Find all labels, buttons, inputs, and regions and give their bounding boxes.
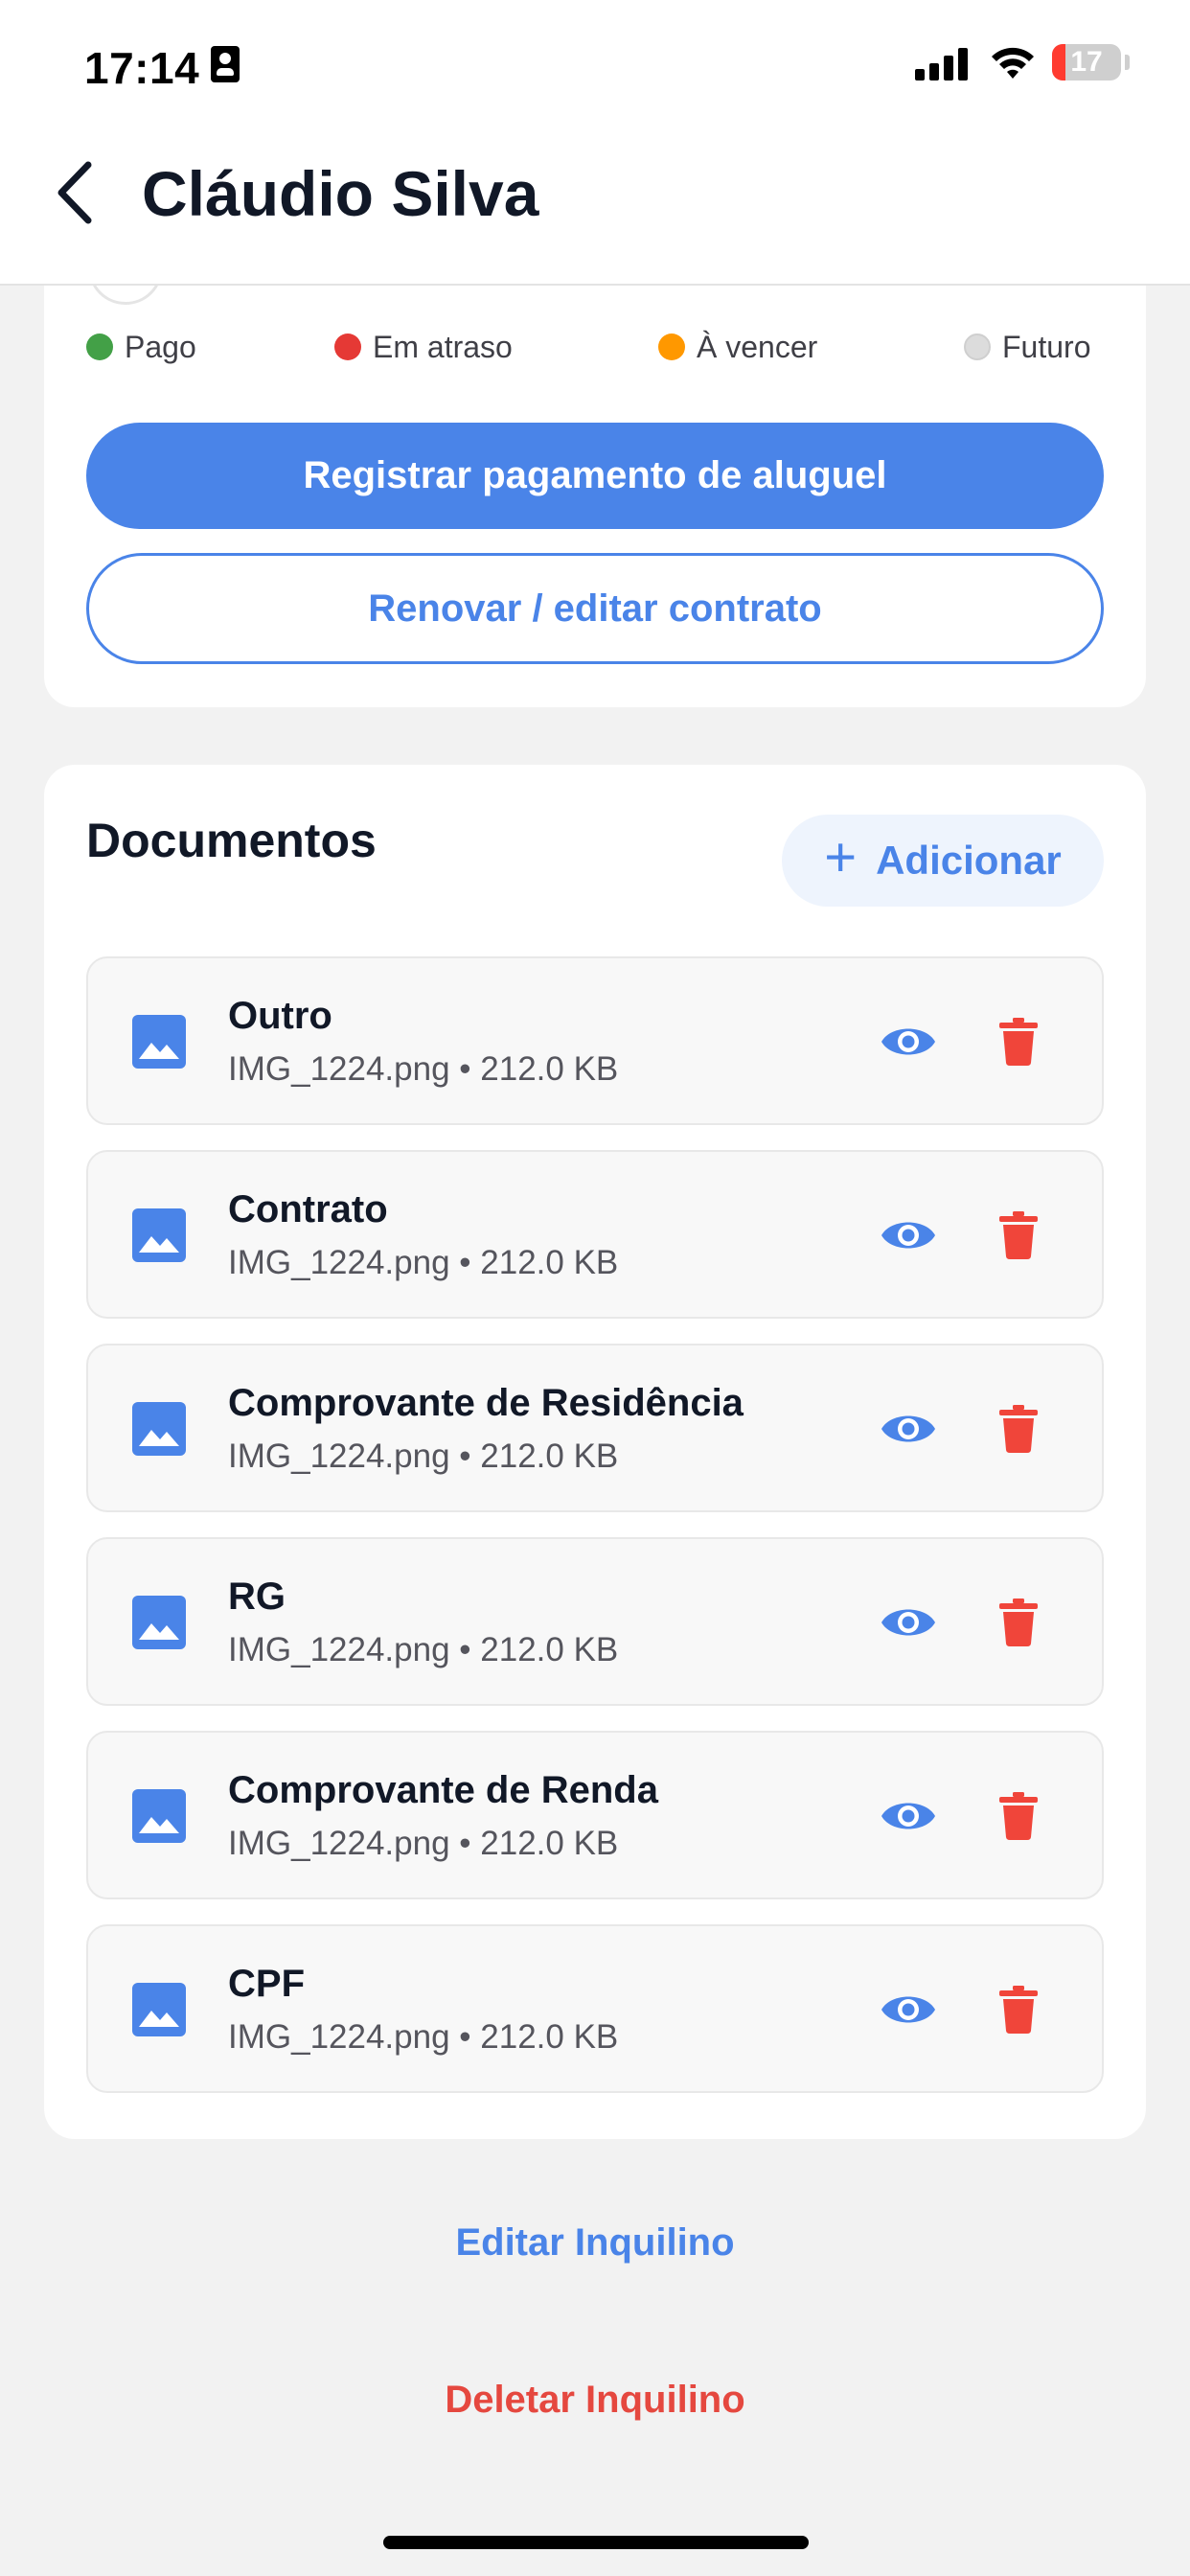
document-file-name: IMG_1224.png (228, 1631, 450, 1668)
legend-item-paid: Pago (86, 326, 196, 368)
legend-label: À vencer (697, 329, 818, 364)
document-name: Outro (228, 995, 332, 1037)
renew-contract-button[interactable]: Renovar / editar contrato (86, 553, 1104, 664)
document-name: Comprovante de Residência (228, 1382, 744, 1424)
legend-item-due: À vencer (658, 326, 817, 368)
document-name: Contrato (228, 1188, 388, 1230)
battery-cap (1125, 55, 1130, 70)
document-row[interactable]: Outro IMG_1224.png • 212.0 KB (86, 956, 1104, 1125)
legend-label: Em atraso (373, 329, 513, 364)
trash-icon[interactable] (999, 1018, 1038, 1066)
document-row[interactable]: RG IMG_1224.png • 212.0 KB (86, 1537, 1104, 1706)
add-document-label: Adicionar (876, 838, 1062, 883)
image-icon (132, 1596, 186, 1649)
document-file-name: IMG_1224.png (228, 1244, 450, 1281)
plus-icon: + (824, 826, 858, 888)
edit-tenant-button[interactable]: Editar Inquilino (0, 2221, 1190, 2265)
documents-title: Documentos (86, 814, 377, 867)
header: 17:14 17 Cláudio Silva (0, 0, 1190, 286)
document-meta: IMG_1224.png • 212.0 KB (228, 1631, 618, 1669)
eye-icon[interactable] (880, 1792, 937, 1840)
meta-separator: • (449, 1438, 481, 1475)
document-row[interactable]: Contrato IMG_1224.png • 212.0 KB (86, 1150, 1104, 1319)
wifi-icon (992, 47, 1034, 79)
document-file-size: 212.0 KB (480, 1438, 619, 1475)
meta-separator: • (449, 1244, 481, 1281)
document-meta: IMG_1224.png • 212.0 KB (228, 1244, 618, 1282)
legend-dot (334, 334, 361, 360)
eye-icon[interactable] (880, 1211, 937, 1259)
legend-item-future: Futuro (964, 326, 1090, 368)
document-file-size: 212.0 KB (480, 1631, 619, 1668)
chevron-left-icon[interactable] (54, 159, 96, 226)
status-time: 17:14 (84, 43, 200, 93)
document-file-name: IMG_1224.png (228, 2018, 450, 2056)
document-row[interactable]: CPF IMG_1224.png • 212.0 KB (86, 1924, 1104, 2093)
document-name: Comprovante de Renda (228, 1769, 658, 1811)
meta-separator: • (449, 1631, 481, 1668)
meta-separator: • (449, 2018, 481, 2056)
document-meta: IMG_1224.png • 212.0 KB (228, 1050, 618, 1089)
image-icon (132, 1208, 186, 1262)
document-name: CPF (228, 1963, 305, 2005)
document-file-size: 212.0 KB (480, 2018, 619, 2056)
legend-dot (964, 334, 991, 360)
document-meta: IMG_1224.png • 212.0 KB (228, 1438, 618, 1476)
id-card-icon (211, 46, 240, 82)
page-title: Cláudio Silva (142, 158, 539, 229)
eye-icon[interactable] (880, 1598, 937, 1646)
document-row[interactable]: Comprovante de Residência IMG_1224.png • … (86, 1344, 1104, 1512)
document-file-size: 212.0 KB (480, 1050, 619, 1088)
document-name: RG (228, 1576, 286, 1618)
image-icon (132, 1789, 186, 1843)
battery-icon: 17 (1052, 44, 1121, 80)
document-file-name: IMG_1224.png (228, 1050, 450, 1088)
legend-label: Pago (125, 329, 196, 364)
legend-label: Futuro (1002, 329, 1091, 364)
legend-item-overdue: Em atraso (334, 326, 513, 368)
trash-icon[interactable] (999, 1405, 1038, 1453)
meta-separator: • (449, 1825, 481, 1862)
legend-dot (86, 334, 113, 360)
document-file-size: 212.0 KB (480, 1825, 619, 1862)
legend-dot (658, 334, 685, 360)
document-file-name: IMG_1224.png (228, 1438, 450, 1475)
meta-separator: • (449, 1050, 481, 1088)
image-icon (132, 1015, 186, 1069)
home-indicator (383, 2536, 809, 2549)
cellular-signal-icon (915, 48, 969, 80)
add-document-button[interactable]: + Adicionar (782, 815, 1104, 907)
document-meta: IMG_1224.png • 212.0 KB (228, 2018, 618, 2057)
trash-icon[interactable] (999, 1986, 1038, 2034)
delete-tenant-button[interactable]: Deletar Inquilino (0, 2379, 1190, 2422)
register-payment-button[interactable]: Registrar pagamento de aluguel (86, 423, 1104, 529)
battery-level: 17 (1070, 46, 1103, 78)
document-meta: IMG_1224.png • 212.0 KB (228, 1825, 618, 1863)
trash-icon[interactable] (999, 1211, 1038, 1259)
document-file-name: IMG_1224.png (228, 1825, 450, 1862)
eye-icon[interactable] (880, 1986, 937, 2034)
eye-icon[interactable] (880, 1405, 937, 1453)
eye-icon[interactable] (880, 1018, 937, 1066)
document-file-size: 212.0 KB (480, 1244, 619, 1281)
trash-icon[interactable] (999, 1598, 1038, 1646)
document-row[interactable]: Comprovante de Renda IMG_1224.png • 212.0… (86, 1731, 1104, 1899)
image-icon (132, 1402, 186, 1456)
image-icon (132, 1983, 186, 2036)
trash-icon[interactable] (999, 1792, 1038, 1840)
